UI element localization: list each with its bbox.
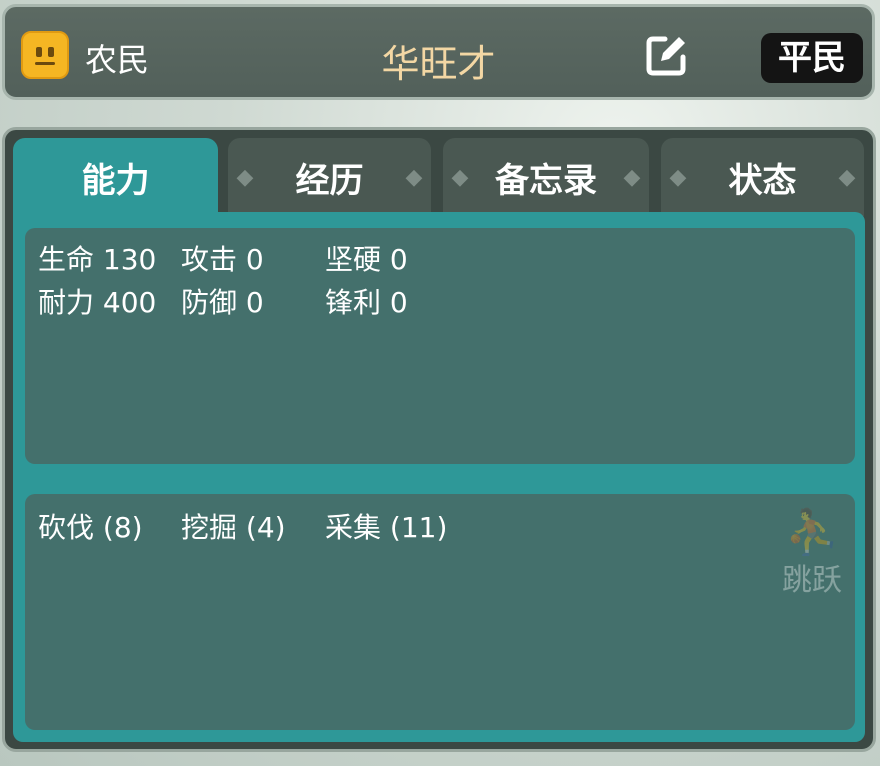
tab-status[interactable]: ◆ 状态 ◆	[661, 138, 864, 216]
character-header: 农民 华旺才 平民	[2, 4, 875, 100]
tab-ornament-icon: ◆	[405, 164, 423, 190]
jump-icon: ⛹	[784, 507, 840, 558]
tab-bar: 能力 ◆ 经历 ◆ ◆ 备忘录 ◆ ◆ 状态 ◆	[13, 138, 869, 218]
character-name: 华旺才	[381, 42, 496, 86]
skills-box: 砍伐 (8) 挖掘 (4) 采集 (11)	[25, 494, 855, 730]
edit-icon[interactable]	[643, 33, 689, 79]
skill-gather: 采集 (11)	[325, 511, 448, 544]
skill-dig: 挖掘 (4)	[181, 511, 286, 544]
tab-experience[interactable]: ◆ 经历 ◆	[228, 138, 431, 216]
rank-badge: 平民	[761, 33, 863, 83]
tab-label: 状态	[728, 160, 797, 201]
tab-ornament-icon: ◆	[451, 164, 469, 190]
tab-ornament-icon: ◆	[669, 164, 687, 190]
stat-sharpness: 锋利 0	[325, 286, 408, 319]
character-panel: 能力 ◆ 经历 ◆ ◆ 备忘录 ◆ ◆ 状态 ◆ 生命 130 攻击 0 坚硬 …	[2, 127, 876, 752]
attributes-box: 生命 130 攻击 0 坚硬 0 耐力 400 防御 0 锋利 0	[25, 228, 855, 464]
skill-chop: 砍伐 (8)	[38, 511, 143, 544]
tab-ability[interactable]: 能力	[13, 138, 218, 216]
tab-memo[interactable]: ◆ 备忘录 ◆	[443, 138, 649, 216]
tab-content: 生命 130 攻击 0 坚硬 0 耐力 400 防御 0 锋利 0 砍伐 (8)…	[13, 212, 865, 742]
stat-hp: 生命 130	[38, 243, 157, 276]
tab-label: 能力	[81, 160, 150, 201]
stat-stamina: 耐力 400	[38, 286, 157, 319]
tab-ornament-icon: ◆	[236, 164, 254, 190]
tab-label: 经历	[295, 160, 364, 201]
tab-label: 备忘录	[495, 160, 597, 201]
stat-defense: 防御 0	[181, 286, 264, 319]
jump-button[interactable]: ⛹ 跳跃	[752, 480, 872, 630]
stat-hardness: 坚硬 0	[325, 243, 408, 276]
tab-ornament-icon: ◆	[838, 164, 856, 190]
tab-ornament-icon: ◆	[623, 164, 641, 190]
jump-label: 跳跃	[782, 563, 842, 598]
stat-attack: 攻击 0	[181, 243, 264, 276]
